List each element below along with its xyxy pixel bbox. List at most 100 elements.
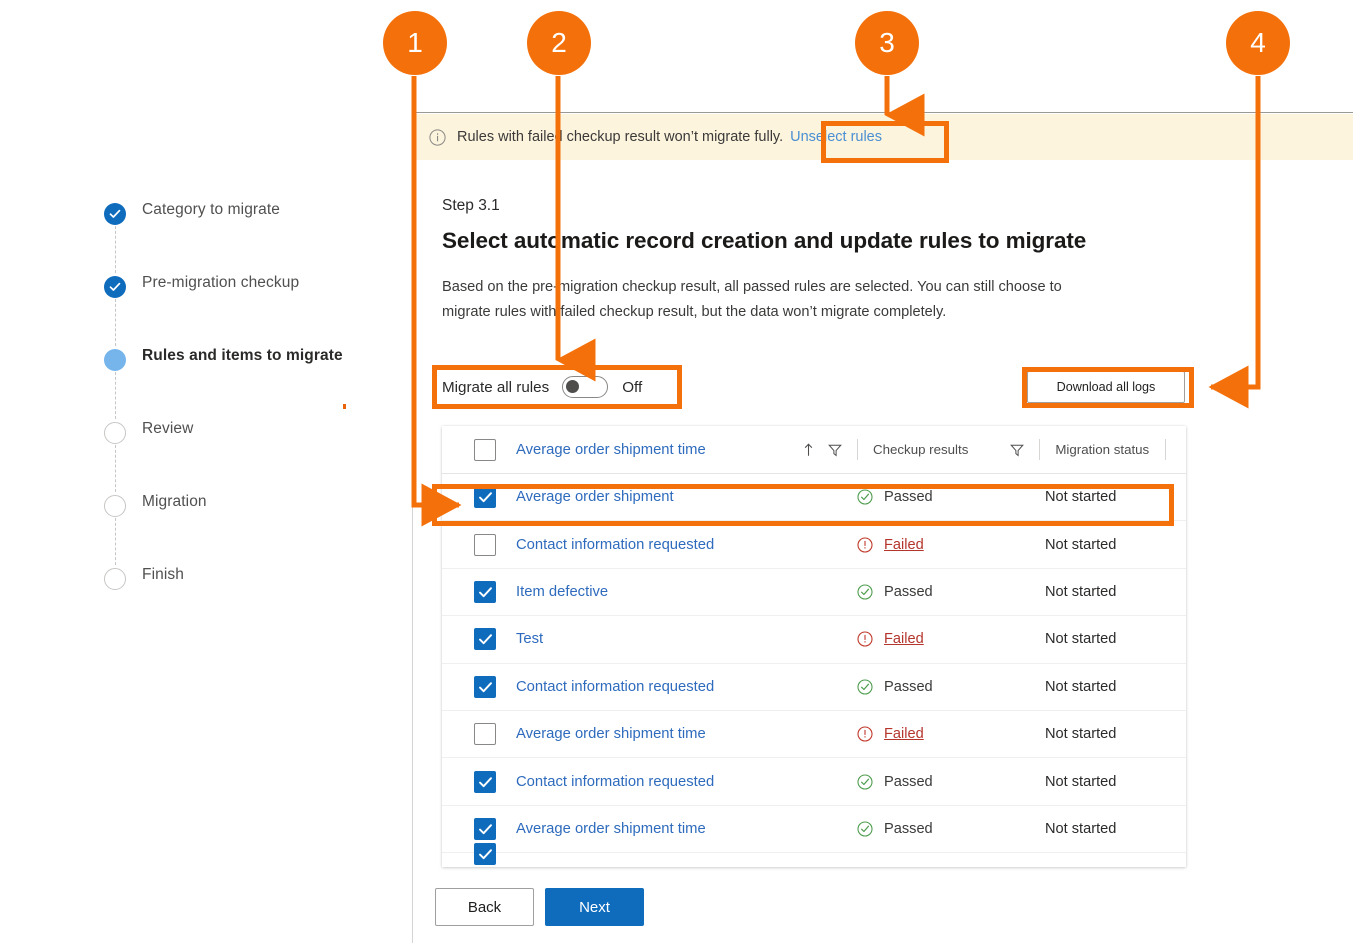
passed-icon	[857, 584, 873, 600]
rule-name[interactable]: Test	[516, 631, 798, 647]
checkup-result-text[interactable]: Failed	[884, 631, 924, 647]
migration-status: Not started	[1045, 726, 1117, 743]
migrate-all-rules-toggle[interactable]	[562, 376, 609, 398]
checkup-result-text: Passed	[884, 820, 933, 837]
checkup-result-text: Passed	[884, 583, 933, 600]
wizard-step-label: Finish	[142, 566, 184, 583]
step-connector	[115, 372, 116, 419]
step-connector	[115, 299, 116, 346]
checkup-result-text: Passed	[884, 678, 933, 695]
rule-name[interactable]: Average order shipment	[516, 489, 798, 505]
wizard-step-rail: Category to migrate Pre-migration checku…	[104, 200, 404, 638]
sort-ascending-icon[interactable]	[802, 442, 815, 457]
wizard-step-pre-migration-checkup[interactable]: Pre-migration checkup	[104, 273, 404, 346]
filter-icon[interactable]	[828, 443, 842, 457]
table-row[interactable]: Contact information requested Passed Not…	[442, 664, 1186, 711]
failed-icon	[857, 726, 873, 742]
column-header-migration-status[interactable]: Migration status	[1055, 442, 1149, 457]
page-title: Select automatic record creation and upd…	[442, 228, 1087, 253]
rule-name[interactable]: Average order shipment time	[516, 821, 798, 837]
empty-circle-icon	[104, 422, 126, 444]
wizard-step-label: Pre-migration checkup	[142, 274, 300, 291]
rule-name[interactable]: Contact information requested	[516, 537, 798, 553]
row-checkbox[interactable]	[474, 486, 496, 509]
wizard-step-label: Category to migrate	[142, 201, 281, 218]
toggle-knob	[566, 380, 580, 393]
checkup-result-text[interactable]: Failed	[884, 726, 924, 742]
table-row[interactable]: Average order shipment Passed Not starte…	[442, 474, 1186, 522]
table-row[interactable]: Test Failed Not started	[442, 616, 1186, 664]
wizard-footer: Back Next	[435, 888, 644, 926]
row-checkbox[interactable]	[474, 533, 496, 556]
rule-name[interactable]: Contact information requested	[516, 774, 798, 790]
wizard-step-migration[interactable]: Migration	[104, 492, 404, 565]
checkup-result: Passed	[857, 679, 933, 695]
passed-icon	[857, 821, 873, 837]
migration-status: Not started	[1045, 583, 1117, 600]
wizard-step-review[interactable]: Review	[104, 419, 404, 492]
table-row[interactable]: Contact information requested Failed Not…	[442, 521, 1186, 569]
rule-name[interactable]: Average order shipment time	[516, 726, 798, 742]
check-icon	[104, 276, 126, 298]
callout-marker-4: 4	[1226, 11, 1290, 75]
passed-icon	[857, 679, 873, 695]
select-all-checkbox[interactable]	[474, 438, 496, 461]
row-checkbox[interactable]	[474, 817, 496, 840]
info-icon	[429, 128, 446, 146]
filled-dot-icon	[104, 349, 126, 371]
step-connector	[115, 226, 116, 273]
callout-marker-2: 2	[527, 11, 591, 75]
migration-status: Not started	[1045, 773, 1117, 790]
wizard-step-rules-and-items-to-migrate[interactable]: Rules and items to migrate	[104, 346, 404, 419]
rules-table: Average order shipment time Checkup resu…	[442, 426, 1186, 867]
info-banner: Rules with failed checkup result won’t m…	[413, 114, 1353, 160]
rule-name[interactable]: Contact information requested	[516, 679, 798, 695]
passed-icon	[857, 773, 873, 790]
column-header-rule-name[interactable]: Average order shipment time	[516, 442, 798, 458]
callout-marker-1: 1	[383, 11, 447, 75]
checkup-result: Passed	[857, 774, 933, 790]
unselect-rules-link[interactable]: Unselect rules	[790, 129, 882, 145]
filter-icon[interactable]	[1010, 443, 1025, 457]
migration-wizard-pane: Rules with failed checkup result won’t m…	[412, 113, 1353, 943]
table-row[interactable]: Item defective Passed Not started	[442, 569, 1186, 617]
checkup-result: Passed	[857, 821, 933, 837]
passed-icon	[857, 489, 873, 505]
column-header-checkup-results[interactable]: Checkup results	[873, 442, 968, 457]
row-checkbox[interactable]	[474, 723, 496, 746]
wizard-step-category-to-migrate[interactable]: Category to migrate	[104, 200, 404, 273]
empty-circle-icon	[104, 568, 126, 590]
next-button[interactable]: Next	[545, 888, 644, 926]
wizard-step-finish[interactable]: Finish	[104, 565, 404, 638]
checkup-result: Failed	[857, 631, 924, 647]
table-row[interactable]	[442, 843, 1186, 867]
callout-marker-3: 3	[855, 11, 919, 75]
back-button[interactable]: Back	[435, 888, 534, 926]
check-icon	[104, 203, 126, 225]
checkup-result: Passed	[857, 489, 933, 505]
migration-status: Not started	[1045, 678, 1117, 695]
page-description: Based on the pre-migration checkup resul…	[442, 279, 1062, 320]
row-checkbox[interactable]	[474, 580, 496, 603]
step-connector	[115, 518, 116, 565]
checkup-result-text: Passed	[884, 489, 933, 506]
download-all-logs-button[interactable]: Download all logs	[1027, 371, 1185, 403]
failed-icon	[857, 537, 873, 553]
table-row[interactable]: Contact information requested Passed Not…	[442, 758, 1186, 806]
table-row[interactable]: Average order shipment time Passed Not s…	[442, 806, 1186, 854]
row-checkbox[interactable]	[474, 675, 496, 698]
checkup-result-text: Passed	[884, 773, 933, 790]
row-checkbox[interactable]	[474, 628, 496, 651]
rule-name[interactable]: Item defective	[516, 584, 798, 600]
table-row[interactable]: Average order shipment time Failed Not s…	[442, 711, 1186, 759]
checkup-result: Failed	[857, 537, 924, 553]
migration-status: Not started	[1045, 489, 1117, 506]
step-eyebrow: Step 3.1	[442, 197, 500, 214]
migrate-all-rules-state: Off	[622, 378, 643, 396]
row-checkbox[interactable]	[474, 770, 496, 793]
banner-message: Rules with failed checkup result won’t m…	[457, 129, 784, 145]
row-checkbox[interactable]	[474, 843, 496, 866]
checkup-result-text[interactable]: Failed	[884, 537, 924, 553]
header-separator	[857, 439, 858, 460]
wizard-step-label: Review	[142, 420, 194, 437]
